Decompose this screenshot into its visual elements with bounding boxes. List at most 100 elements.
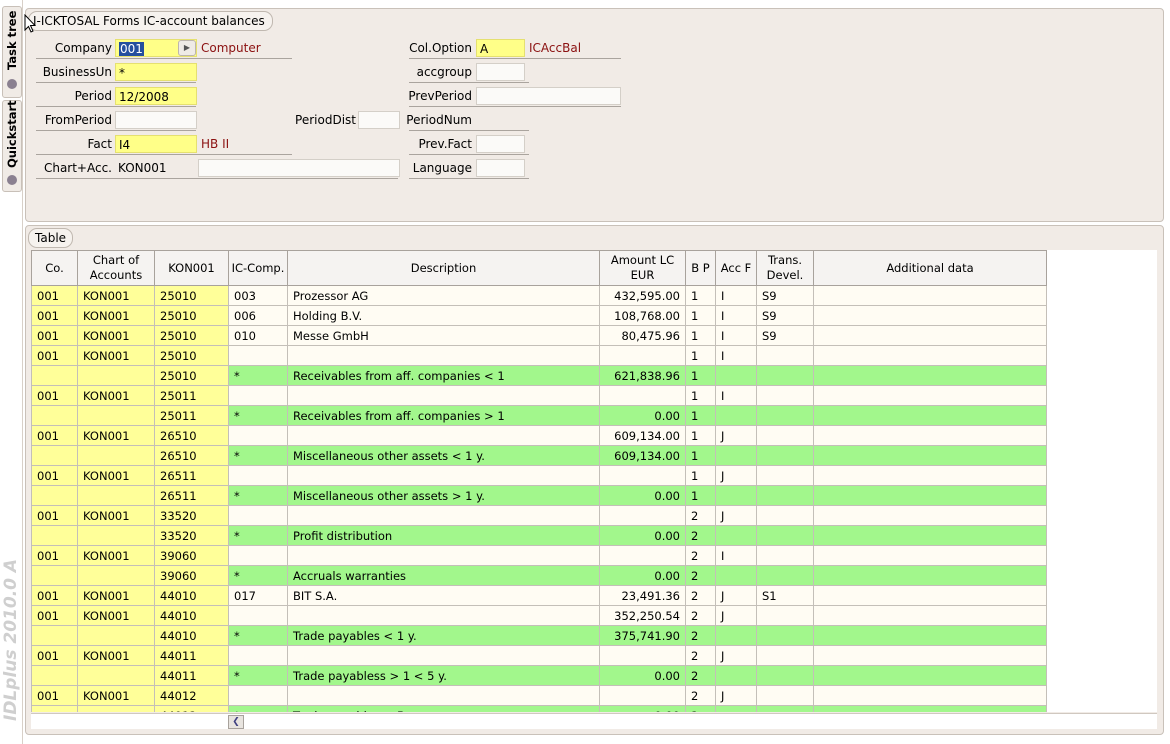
cell-amount[interactable]: 23,491.36 — [599, 585, 686, 606]
cell-description[interactable]: Trade payabless > 1 < 5 y. — [287, 665, 600, 686]
cell-account[interactable]: 26510 — [154, 425, 229, 446]
language-input[interactable] — [476, 159, 525, 177]
table-row[interactable]: 001 KON001 26510 609,134.00 1 J — [31, 425, 1047, 446]
cell-co[interactable]: 001 — [31, 685, 78, 706]
cell-additional-data[interactable] — [813, 625, 1047, 646]
cell-chart-of-accounts[interactable] — [77, 525, 155, 546]
cell-acc-f[interactable]: I — [715, 325, 757, 346]
cell-ic-comp[interactable] — [228, 685, 288, 706]
table-row-total[interactable]: 25011 * Receivables from aff. companies > … — [31, 405, 1047, 426]
cell-account[interactable]: 25010 — [154, 285, 229, 306]
cell-co[interactable] — [31, 565, 78, 586]
cell-co[interactable] — [31, 405, 78, 426]
cell-bp[interactable]: 2 — [685, 625, 716, 646]
play-icon[interactable]: ▶ — [178, 40, 196, 56]
cell-acc-f[interactable] — [715, 705, 757, 712]
cell-additional-data[interactable] — [813, 605, 1047, 626]
table-row[interactable]: 001 KON001 25011 1 I — [31, 385, 1047, 406]
cell-acc-f[interactable]: J — [715, 685, 757, 706]
cell-additional-data[interactable] — [813, 505, 1047, 526]
cell-chart-of-accounts[interactable] — [77, 625, 155, 646]
cell-co[interactable]: 001 — [31, 585, 78, 606]
cell-ic-comp[interactable] — [228, 545, 288, 566]
cell-description[interactable]: Receivables from aff. companies > 1 — [287, 405, 600, 426]
cell-bp[interactable]: 1 — [685, 485, 716, 506]
column-header-acc-f[interactable]: Acc F — [715, 250, 757, 286]
table-row[interactable]: 001 KON001 26511 1 J — [31, 465, 1047, 486]
acc-group-input[interactable] — [476, 63, 525, 81]
cell-chart-of-accounts[interactable]: KON001 — [77, 385, 155, 406]
column-header-trans-devel[interactable]: Trans. Devel. — [756, 250, 814, 286]
cell-bp[interactable]: 1 — [685, 365, 716, 386]
cell-additional-data[interactable] — [813, 545, 1047, 566]
cell-chart-of-accounts[interactable]: KON001 — [77, 285, 155, 306]
cell-amount[interactable]: 432,595.00 — [599, 285, 686, 306]
cell-amount[interactable] — [599, 685, 686, 706]
cell-acc-f[interactable]: J — [715, 605, 757, 626]
cell-acc-f[interactable] — [715, 665, 757, 686]
cell-amount[interactable]: 621,838.96 — [599, 365, 686, 386]
cell-co[interactable]: 001 — [31, 305, 78, 326]
cell-ic-comp[interactable] — [228, 605, 288, 626]
cell-bp[interactable]: 1 — [685, 385, 716, 406]
cell-chart-of-accounts[interactable]: KON001 — [77, 465, 155, 486]
cell-chart-of-accounts[interactable]: KON001 — [77, 645, 155, 666]
cell-acc-f[interactable] — [715, 405, 757, 426]
col-option-input[interactable]: A — [476, 39, 525, 57]
cell-account[interactable]: 25010 — [154, 325, 229, 346]
cell-ic-comp[interactable]: 010 — [228, 325, 288, 346]
from-period-input[interactable] — [115, 111, 197, 129]
cell-amount[interactable] — [599, 385, 686, 406]
cell-account[interactable]: 26511 — [154, 485, 229, 506]
column-header-additional-data[interactable]: Additional data — [813, 250, 1047, 286]
cell-acc-f[interactable] — [715, 525, 757, 546]
table-row[interactable]: 001 KON001 25010 010 Messe GmbH 80,475.96 1 I S9 — [31, 325, 1047, 346]
cell-co[interactable] — [31, 445, 78, 466]
cell-ic-comp[interactable]: * — [228, 445, 288, 466]
cell-chart-of-accounts[interactable]: KON001 — [77, 585, 155, 606]
cell-acc-f[interactable] — [715, 485, 757, 506]
cell-chart-of-accounts[interactable]: KON001 — [77, 345, 155, 366]
cell-co[interactable]: 001 — [31, 385, 78, 406]
cell-description[interactable] — [287, 345, 600, 366]
cell-chart-of-accounts[interactable]: KON001 — [77, 685, 155, 706]
cell-co[interactable] — [31, 665, 78, 686]
cell-trans-devel[interactable] — [756, 445, 814, 466]
cell-description[interactable] — [287, 685, 600, 706]
cell-ic-comp[interactable] — [228, 425, 288, 446]
cell-bp[interactable]: 2 — [685, 685, 716, 706]
cell-bp[interactable]: 1 — [685, 425, 716, 446]
table-row[interactable]: 001 KON001 44010 017 BIT S.A. 23,491.36 2 J S1 — [31, 585, 1047, 606]
cell-amount[interactable]: 352,250.54 — [599, 605, 686, 626]
cell-description[interactable]: Miscellaneous other assets > 1 y. — [287, 485, 600, 506]
table-row[interactable]: 001 KON001 44011 2 J — [31, 645, 1047, 666]
cell-additional-data[interactable] — [813, 585, 1047, 606]
cell-description[interactable] — [287, 385, 600, 406]
cell-account[interactable]: 44010 — [154, 625, 229, 646]
cell-account[interactable]: 39060 — [154, 565, 229, 586]
table-row[interactable]: 001 KON001 25010 1 I — [31, 345, 1047, 366]
cell-bp[interactable]: 2 — [685, 585, 716, 606]
column-header-co[interactable]: Co. — [31, 250, 78, 286]
cell-trans-devel[interactable]: S1 — [756, 585, 814, 606]
prev-fact-input[interactable] — [476, 135, 525, 153]
cell-bp[interactable]: 2 — [685, 505, 716, 526]
cell-chart-of-accounts[interactable] — [77, 565, 155, 586]
cell-description[interactable] — [287, 465, 600, 486]
column-header-ic-comp[interactable]: IC-Comp. — [228, 250, 288, 286]
cell-amount[interactable] — [599, 505, 686, 526]
table-row-total[interactable]: 44010 * Trade payables < 1 y. 375,741.90 2 — [31, 625, 1047, 646]
cell-account[interactable]: 25011 — [154, 385, 229, 406]
cell-trans-devel[interactable] — [756, 405, 814, 426]
cell-amount[interactable]: 80,475.96 — [599, 325, 686, 346]
cell-trans-devel[interactable] — [756, 525, 814, 546]
cell-account[interactable]: 44010 — [154, 605, 229, 626]
cell-co[interactable]: 001 — [31, 425, 78, 446]
cell-amount[interactable]: 0.00 — [599, 525, 686, 546]
cell-chart-of-accounts[interactable] — [77, 405, 155, 426]
cell-trans-devel[interactable]: S9 — [756, 305, 814, 326]
cell-acc-f[interactable] — [715, 365, 757, 386]
cell-acc-f[interactable] — [715, 445, 757, 466]
cell-ic-comp[interactable]: 006 — [228, 305, 288, 326]
cell-acc-f[interactable]: I — [715, 345, 757, 366]
